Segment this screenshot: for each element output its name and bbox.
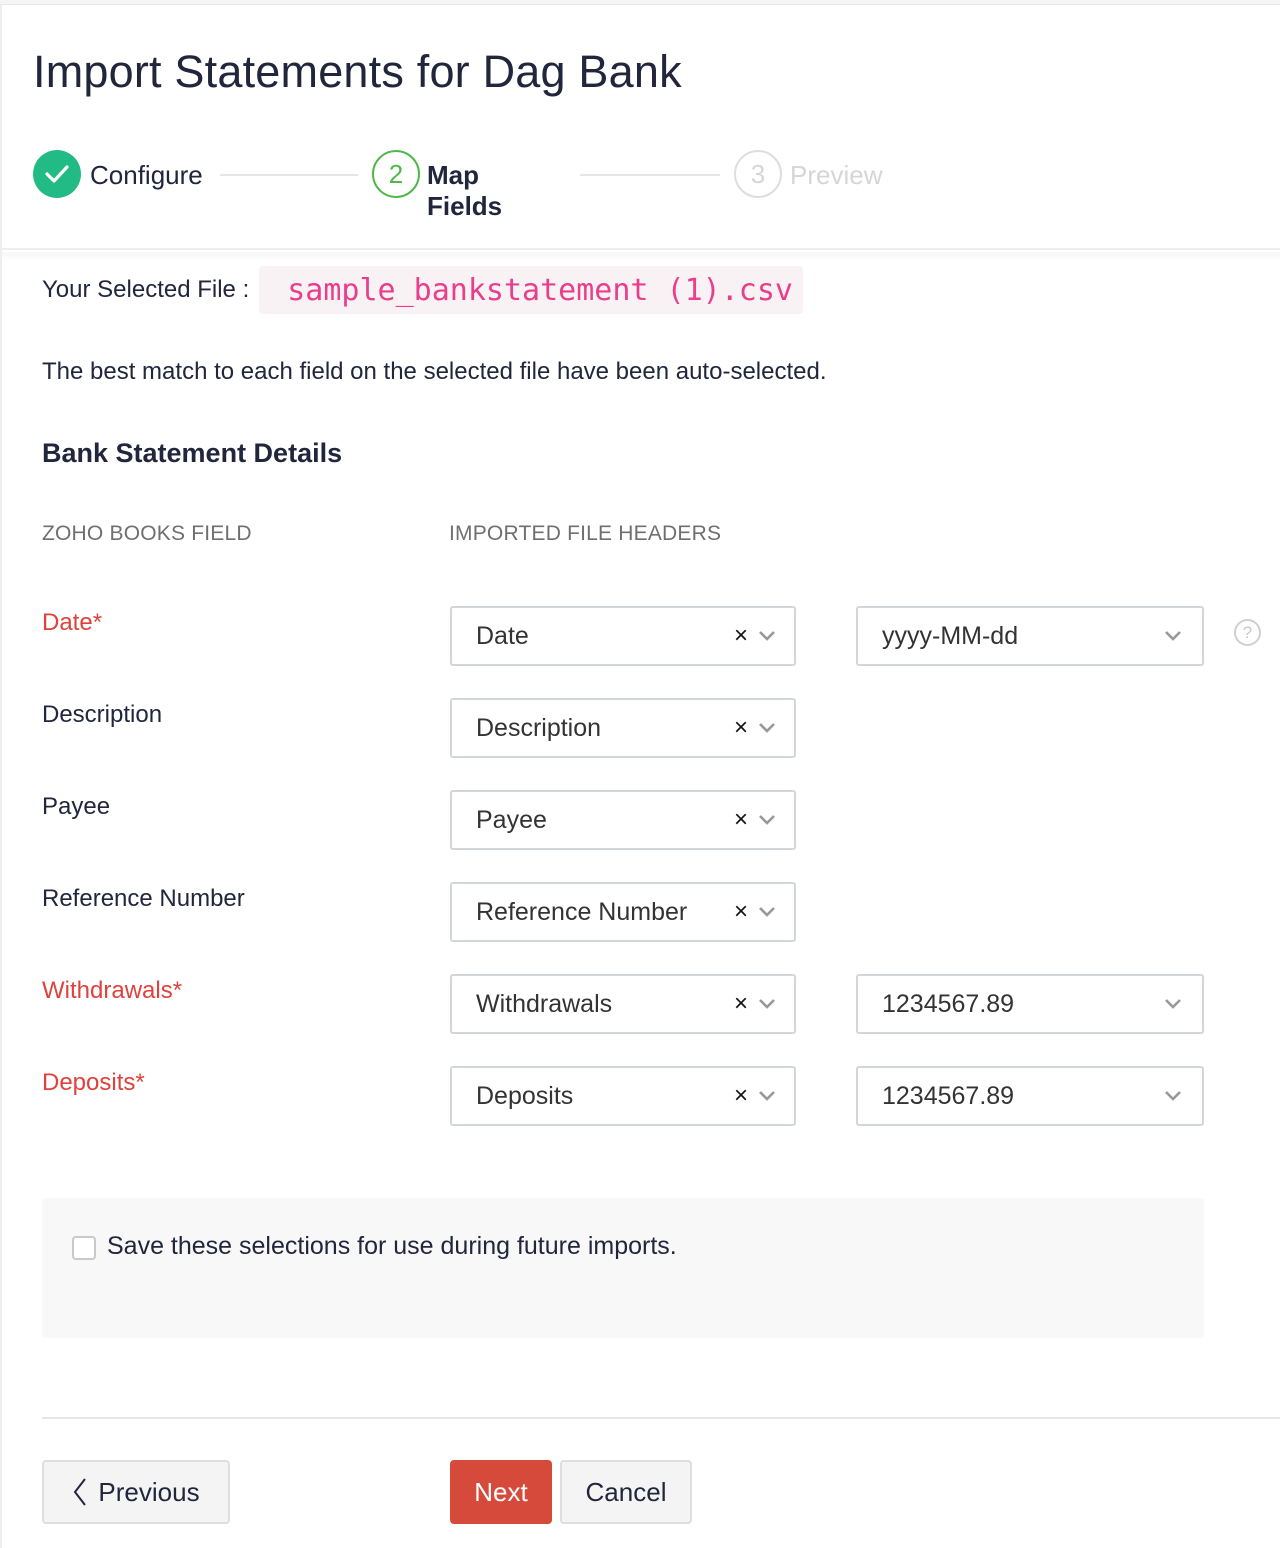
next-button[interactable]: Next	[450, 1460, 552, 1524]
chevron-down-icon[interactable]	[754, 810, 780, 830]
date-format-value: yyyy-MM-dd	[882, 621, 1019, 650]
previous-button[interactable]: Previous	[42, 1460, 230, 1524]
column-header-zoho-field: ZOHO BOOKS FIELD	[42, 522, 252, 545]
page-title: Import Statements for Dag Bank	[33, 46, 682, 97]
deposits-mapping-value: Deposits	[476, 1081, 574, 1110]
auto-select-info: The best match to each field on the sele…	[42, 358, 827, 385]
save-selections-panel: Save these selections for use during fut…	[42, 1198, 1204, 1338]
date-mapping-select[interactable]: Date ×	[450, 606, 796, 666]
reference-number-mapping-select[interactable]: Reference Number ×	[450, 882, 796, 942]
chevron-left-icon	[72, 1477, 88, 1507]
withdrawals-format-select[interactable]: 1234567.89	[856, 974, 1204, 1034]
step-connector	[580, 174, 720, 176]
field-label-payee: Payee	[42, 793, 111, 820]
help-icon[interactable]: ?	[1234, 619, 1261, 646]
previous-button-label: Previous	[98, 1476, 200, 1507]
field-label-description: Description	[42, 701, 163, 728]
chevron-down-icon	[1160, 626, 1186, 646]
description-mapping-value: Description	[476, 713, 602, 742]
withdrawals-mapping-select[interactable]: Withdrawals ×	[450, 974, 796, 1034]
deposits-mapping-select[interactable]: Deposits ×	[450, 1066, 796, 1126]
withdrawals-format-value: 1234567.89	[882, 989, 1015, 1018]
save-selections-checkbox[interactable]	[72, 1236, 96, 1260]
step-map-fields-circle: 2	[372, 150, 420, 198]
selected-file-label: Your Selected File :	[42, 276, 250, 303]
header-shadow	[2, 252, 1280, 262]
chevron-down-icon[interactable]	[754, 718, 780, 738]
save-selections-label[interactable]: Save these selections for use during fut…	[107, 1232, 677, 1261]
chevron-down-icon[interactable]	[754, 902, 780, 922]
field-label-deposits: Deposits*	[42, 1069, 145, 1096]
step-configure-circle	[33, 150, 81, 198]
footer-divider	[42, 1417, 1280, 1419]
check-icon	[45, 165, 69, 183]
cancel-button[interactable]: Cancel	[560, 1460, 692, 1524]
page-header: Import Statements for Dag Bank Configure…	[2, 6, 1280, 250]
clear-icon[interactable]: ×	[730, 990, 752, 1018]
reference-number-mapping-value: Reference Number	[476, 897, 688, 926]
chevron-down-icon[interactable]	[754, 626, 780, 646]
deposits-format-value: 1234567.89	[882, 1081, 1015, 1110]
chevron-down-icon[interactable]	[754, 1086, 780, 1106]
date-mapping-value: Date	[476, 621, 529, 650]
field-label-reference-number: Reference Number	[42, 885, 245, 912]
step-preview-circle: 3	[734, 150, 782, 198]
step-preview-label: Preview	[790, 160, 883, 190]
clear-icon[interactable]: ×	[730, 622, 752, 650]
step-map-fields-label: Map Fields	[427, 160, 503, 221]
step-connector	[220, 174, 358, 176]
field-label-date: Date*	[42, 609, 103, 636]
clear-icon[interactable]: ×	[730, 806, 752, 834]
column-header-imported-headers: IMPORTED FILE HEADERS	[449, 522, 722, 545]
description-mapping-select[interactable]: Description ×	[450, 698, 796, 758]
chevron-down-icon	[1160, 1086, 1186, 1106]
date-format-select[interactable]: yyyy-MM-dd	[856, 606, 1204, 666]
chevron-down-icon[interactable]	[754, 994, 780, 1014]
payee-mapping-value: Payee	[476, 805, 547, 834]
top-strip	[0, 0, 1280, 5]
field-label-withdrawals: Withdrawals*	[42, 977, 183, 1004]
section-title: Bank Statement Details	[42, 438, 343, 468]
withdrawals-mapping-value: Withdrawals	[476, 989, 613, 1018]
clear-icon[interactable]: ×	[730, 898, 752, 926]
chevron-down-icon	[1160, 994, 1186, 1014]
payee-mapping-select[interactable]: Payee ×	[450, 790, 796, 850]
selected-file-name: sample_bankstatement (1).csv	[259, 266, 803, 314]
step-configure-label: Configure	[90, 160, 203, 190]
deposits-format-select[interactable]: 1234567.89	[856, 1066, 1204, 1126]
clear-icon[interactable]: ×	[730, 1082, 752, 1110]
selected-file-row: Your Selected File : sample_bankstatemen…	[42, 266, 803, 314]
clear-icon[interactable]: ×	[730, 714, 752, 742]
